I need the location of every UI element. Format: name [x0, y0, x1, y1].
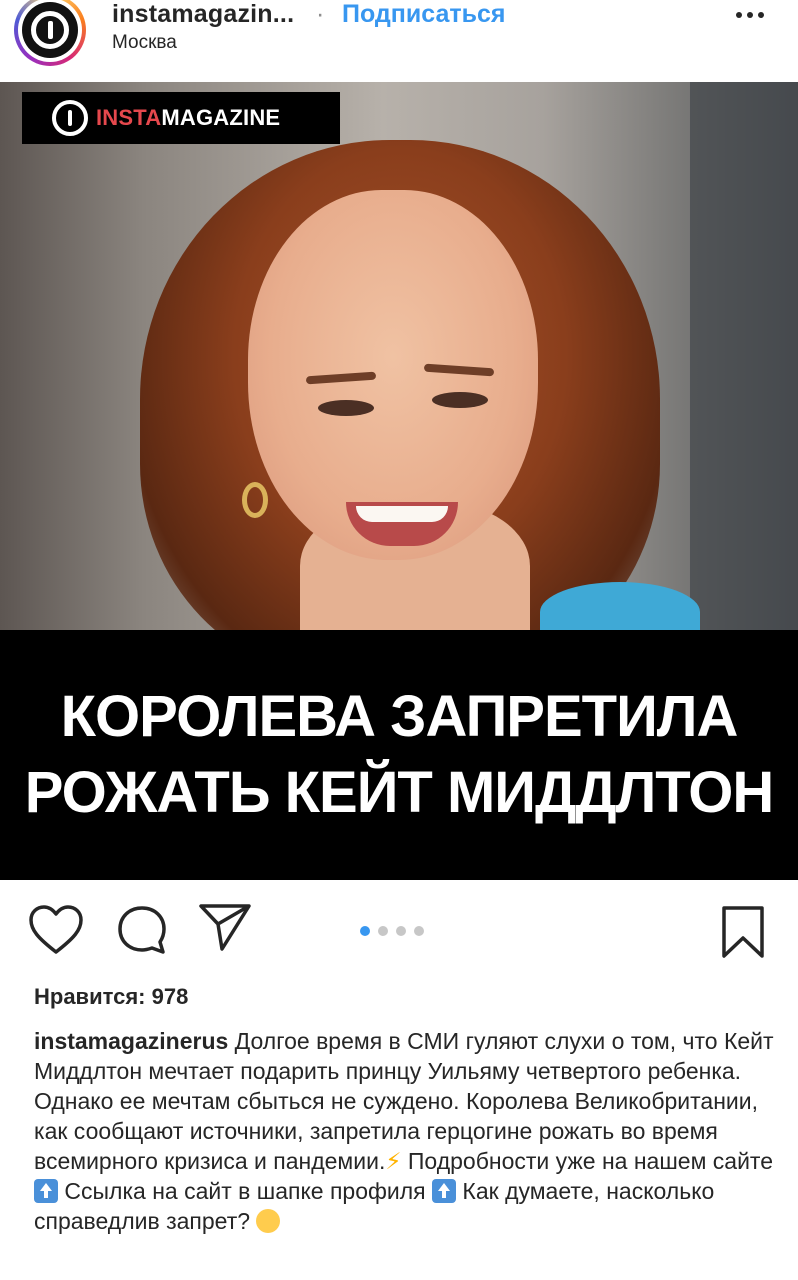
image-background [690, 82, 798, 630]
carousel-dot [396, 926, 406, 936]
caption-username[interactable]: instamagazinerus [34, 1028, 228, 1054]
logo-text: INSTAMAGAZINE [96, 105, 280, 131]
location[interactable]: Москва [112, 32, 177, 54]
headline-line-2: РОЖАТЬ КЕЙТ МИДДЛТОН [24, 760, 775, 825]
instamagazine-logo-icon [52, 100, 88, 136]
subscribe-button[interactable]: Подписаться [342, 0, 505, 29]
up-arrow-emoji-icon [432, 1179, 457, 1203]
logo-magazine: MAGAZINE [161, 105, 281, 130]
headline-line-1: КОРОЛЕВА ЗАПРЕТИЛА [60, 684, 739, 749]
logo-insta: INSTA [96, 105, 162, 130]
post-actions [0, 880, 798, 980]
post-header: instamagazin... · Подписаться Москва [0, 0, 798, 82]
comment-icon[interactable] [116, 904, 168, 956]
send-icon[interactable] [198, 902, 252, 952]
instamagazine-logo-icon [22, 2, 78, 58]
carousel-dot [378, 926, 388, 936]
carousel-indicator [360, 926, 424, 936]
photo-eye-left [318, 400, 374, 416]
heart-icon[interactable] [28, 904, 84, 956]
more-horizontal-icon[interactable] [736, 10, 770, 20]
instamagazine-logo-banner: INSTAMAGAZINE [22, 92, 340, 144]
separator-dot: · [316, 0, 325, 28]
up-arrow-emoji-icon [34, 1179, 58, 1203]
photo-teeth [356, 506, 448, 522]
photo-eye-right [432, 392, 488, 408]
username[interactable]: instamagazin... [112, 0, 294, 29]
post-image[interactable] [0, 82, 798, 630]
carousel-dot [414, 926, 424, 936]
photo-earring [242, 482, 268, 518]
caption-text-2: Подробности уже на нашем сайте [401, 1148, 774, 1174]
carousel-dot-active [360, 926, 370, 936]
lightning-emoji-icon: ⚡ [385, 1148, 402, 1174]
avatar[interactable] [14, 0, 86, 66]
caption-text-3: Ссылка на сайт в шапке профиля [58, 1178, 433, 1204]
post-caption: instamagazinerus Долгое время в СМИ гуля… [34, 1026, 776, 1236]
headline-banner: КОРОЛЕВА ЗАПРЕТИЛА РОЖАТЬ КЕЙТ МИДДЛТОН [0, 630, 798, 880]
avatar-inner [18, 0, 82, 62]
likes-count[interactable]: Нравится: 978 [34, 984, 188, 1010]
bookmark-icon[interactable] [720, 904, 766, 960]
thinking-face-emoji-icon [256, 1209, 281, 1233]
